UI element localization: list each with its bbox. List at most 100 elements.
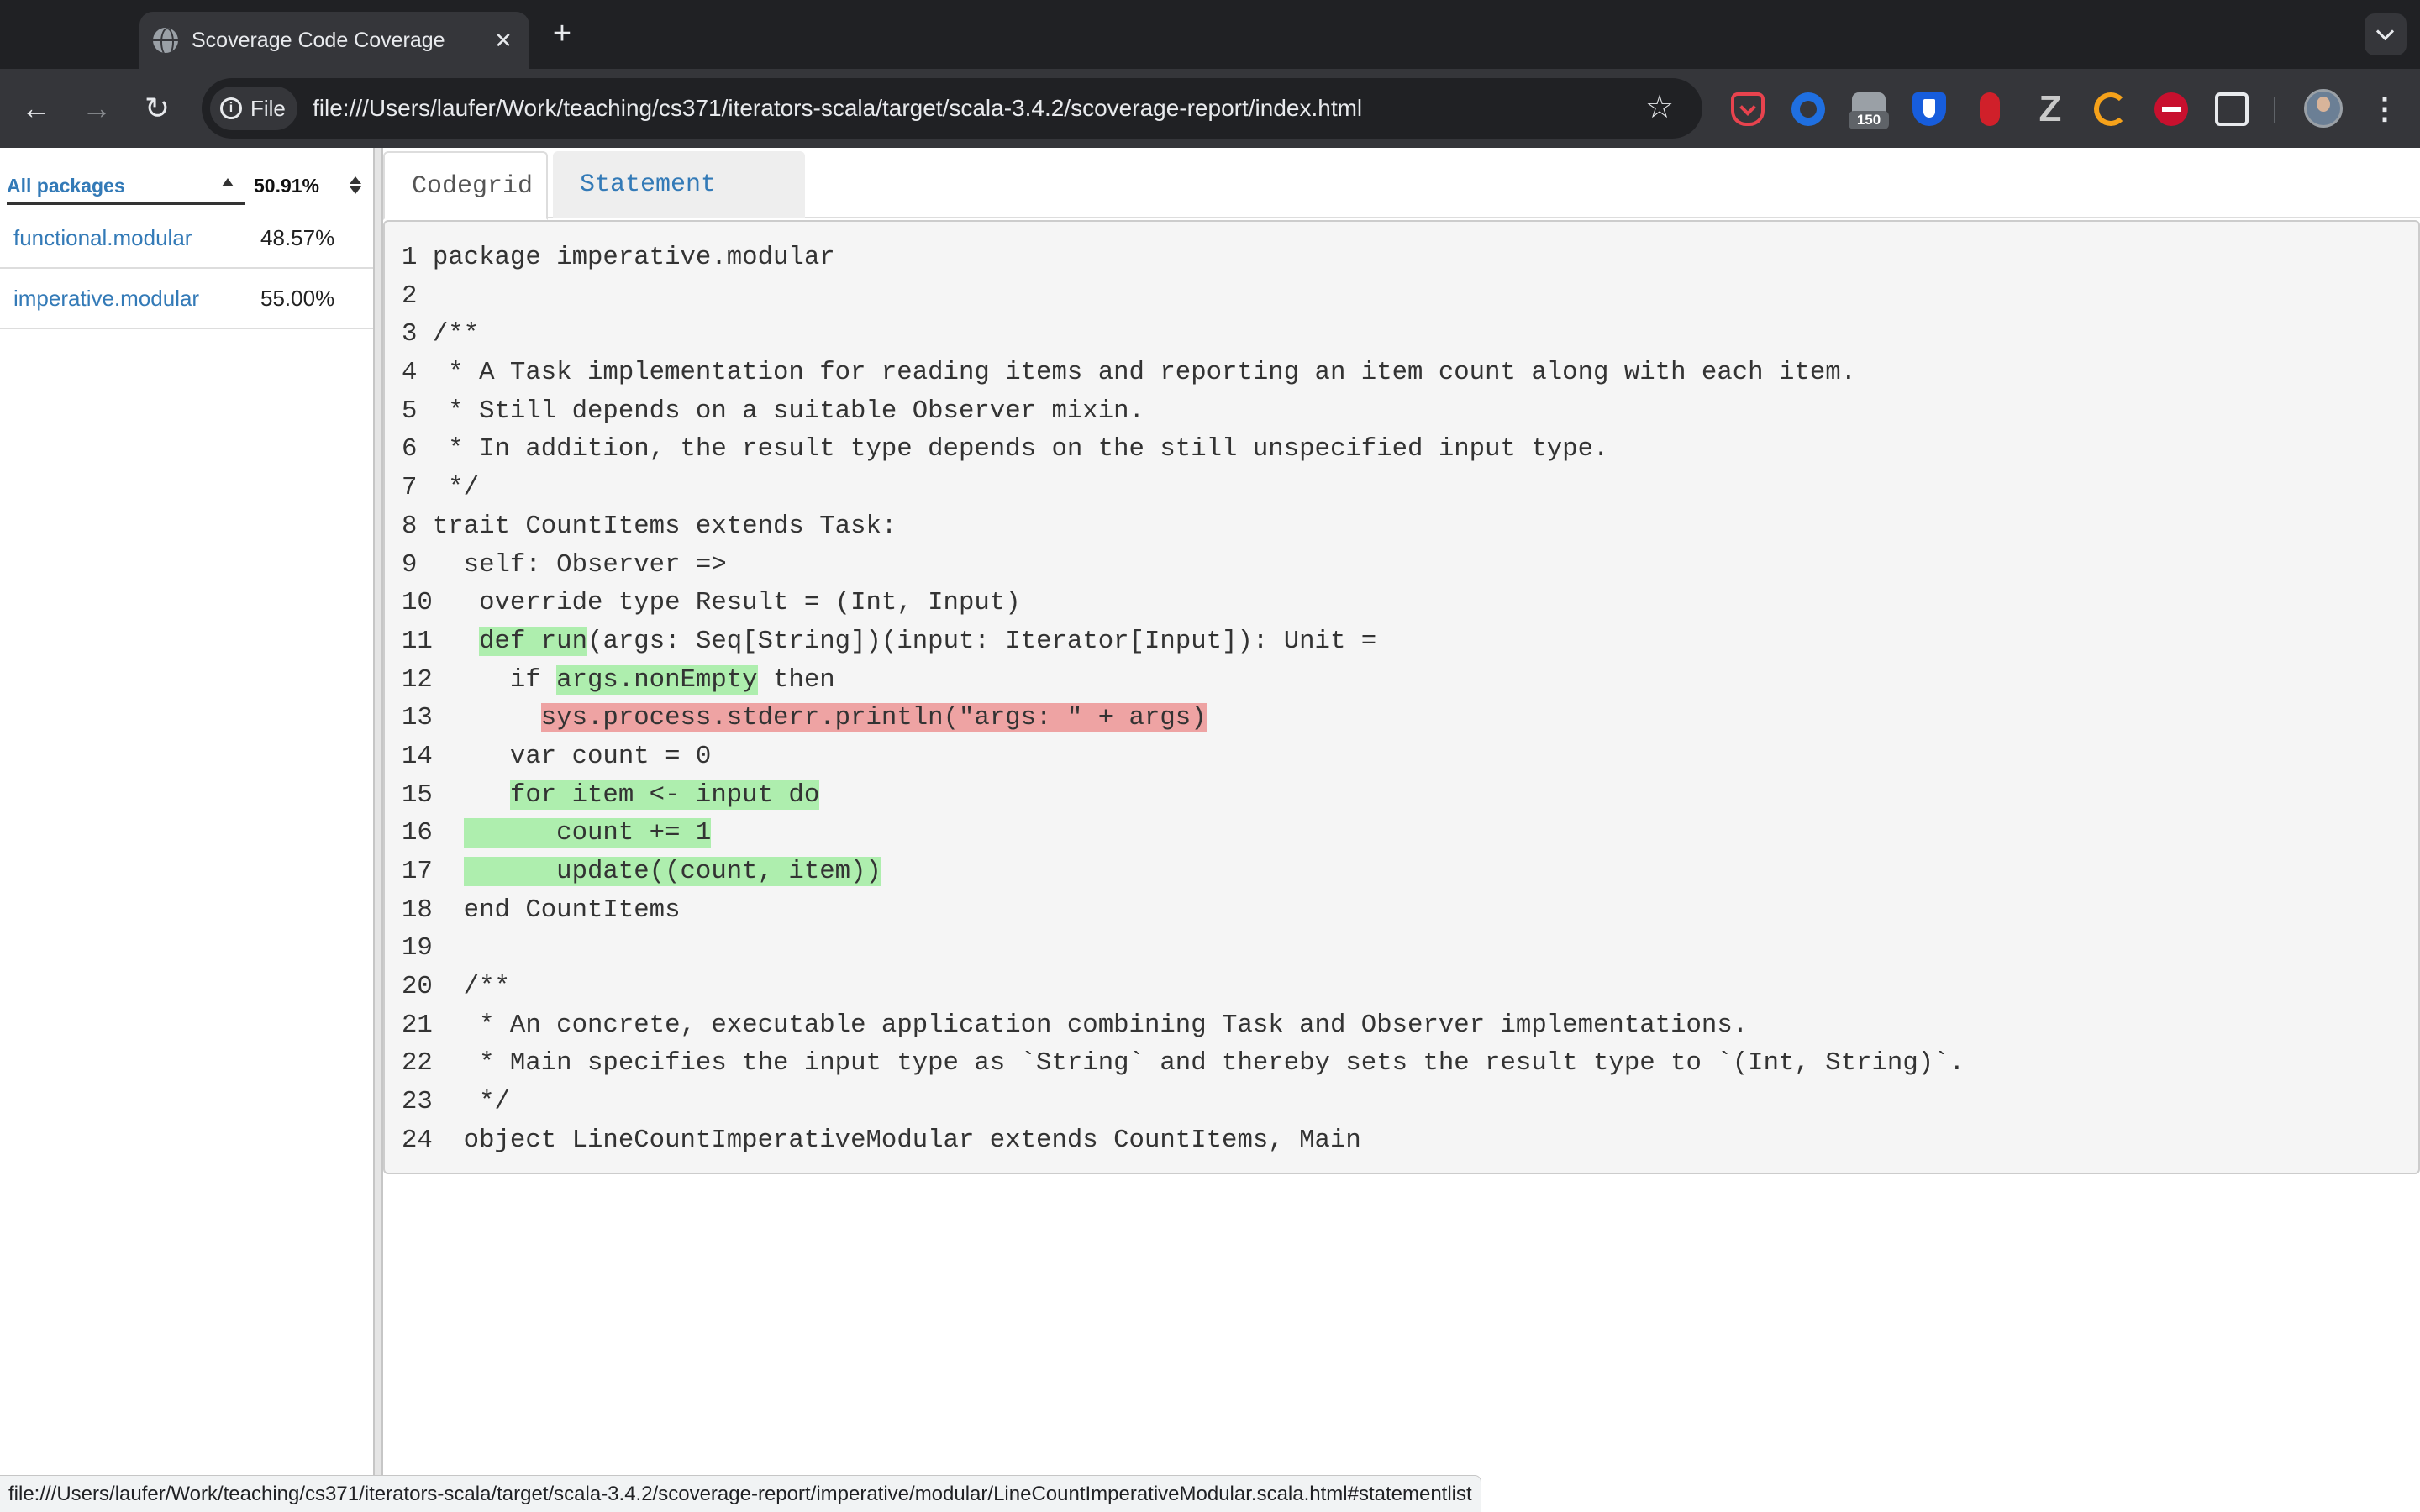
back-button[interactable]: ← [13,86,59,131]
forward-button[interactable]: → [74,86,119,131]
code-line: 22 * Main specifies the input type as `S… [402,1044,1965,1083]
code-line: 19 [402,929,1965,968]
code-text: var count = 0 [448,741,712,771]
line-number: 4 [402,358,418,388]
code-text: */ [432,473,480,503]
package-coverage-pct: 55.00% [260,286,335,311]
bitwarden-icon[interactable] [1912,92,1946,126]
line-number: 23 [402,1087,433,1117]
url-text[interactable]: file:///Users/laufer/Work/teaching/cs371… [313,78,1362,139]
line-number: 18 [402,895,433,925]
avatar[interactable] [2304,89,2343,128]
line-number: 24 [402,1125,433,1155]
new-tab-button[interactable]: + [544,17,580,52]
line-number: 14 [402,741,433,771]
microphone-icon[interactable] [1980,92,2000,126]
code-text: if [448,664,557,695]
code-line: 3 /** [402,315,1965,354]
package-table-header: All packages 50.91% [0,166,373,205]
coverage-content: Codegrid Statement List 1 package impera… [383,148,2420,1512]
line-number: 16 [402,818,433,848]
stop-sign-icon[interactable] [2154,92,2188,126]
code-line: 1 package imperative.modular [402,239,1965,277]
code-text: object LineCountImperativeModular extend… [448,1125,1361,1155]
code-text: * In addition, the result type depends o… [432,434,1609,465]
code-line: 11 def run(args: Seq[String])(input: Ite… [402,622,1965,661]
code-line: 16 count += 1 [402,814,1965,853]
browser-tab[interactable]: Scoverage Code Coverage ✕ [139,12,529,69]
covered-statement: def run [479,626,588,656]
view-tabs: Codegrid Statement List [383,148,2420,266]
package-link[interactable]: imperative.modular [13,269,199,328]
blue-swirl-icon[interactable] [1791,92,1825,126]
code-line: 9 self: Observer => [402,546,1965,585]
tab-close-icon[interactable]: ✕ [489,26,518,55]
page: All packages 50.91% functional.modular 4… [0,148,2420,1512]
site-info-chip[interactable]: i File [210,87,297,130]
covered-statement: update((count, item)) [463,857,881,886]
code-text: then [757,664,835,695]
code-line: 6 * In addition, the result type depends… [402,430,1965,469]
line-number: 19 [402,933,433,963]
kebab-menu-icon[interactable]: ⋮ [2370,89,2400,128]
extension-badge-count: 150 [1849,111,1889,129]
package-sidebar: All packages 50.91% functional.modular 4… [0,148,373,1512]
covered-statement: for item <- input do [509,780,820,810]
toolbar-divider [2274,97,2275,123]
tab-search-chevron-icon[interactable] [2365,13,2407,55]
puzzle-icon[interactable] [2215,92,2249,126]
uncovered-statement: sys.process.stderr.println("args: " + ar… [540,703,1207,733]
line-number: 8 [402,511,418,541]
z-icon[interactable]: Z [2033,91,2067,128]
source-code: 1 package imperative.modular 2 3 /** 4 * A… [402,239,1965,1160]
line-number: 2 [402,281,418,311]
code-text: trait CountItems extends Task: [432,511,897,541]
code-text: * Main specifies the input type as `Stri… [448,1048,1965,1079]
code-text: */ [448,1087,510,1117]
tab-codegrid[interactable]: Codegrid [383,151,548,220]
package-link[interactable]: functional.modular [13,208,192,267]
code-line: 17 update((count, item)) [402,853,1965,891]
line-number: 9 [402,549,418,580]
site-chip-label: File [250,96,286,121]
code-text: * Still depends on a suitable Observer m… [432,396,1144,426]
code-line: 7 */ [402,469,1965,507]
code-line: 5 * Still depends on a suitable Observer… [402,392,1965,431]
code-line: 23 */ [402,1083,1965,1121]
sidebar-resize-handle[interactable] [373,148,383,1512]
code-line: 21 * An concrete, executable application… [402,1006,1965,1045]
package-coverage-pct: 48.57% [260,225,335,250]
covered-statement: args.nonEmpty [556,664,758,695]
reload-button[interactable]: ↻ [134,86,180,131]
code-line: 10 override type Result = (Int, Input) [402,584,1965,622]
all-packages-link[interactable]: All packages [7,166,245,205]
orange-arc-icon[interactable] [2094,92,2128,126]
pocket-icon[interactable] [1731,92,1765,126]
code-line: 2 [402,277,1965,316]
tab-statement-list[interactable]: Statement List [553,151,805,266]
line-number: 15 [402,780,433,810]
code-line: 14 var count = 0 [402,738,1965,776]
code-line: 15 for item <- input do [402,776,1965,815]
code-line: 20 /** [402,968,1965,1006]
browser-toolbar: ← → ↻ i File file:///Users/laufer/Work/t… [0,69,2420,148]
line-number: 3 [402,319,418,349]
bookmark-star-icon[interactable]: ☆ [1640,88,1679,127]
code-text: * An concrete, executable application co… [448,1010,1749,1040]
code-text: override type Result = (Int, Input) [448,588,1021,618]
line-number: 5 [402,396,418,426]
line-number: 22 [402,1048,433,1079]
line-number: 6 [402,434,418,465]
sort-toggle-icon[interactable] [350,176,361,195]
line-number: 13 [402,703,433,733]
code-line: 12 if args.nonEmpty then [402,661,1965,700]
status-bar-url: file:///Users/laufer/Work/teaching/cs371… [0,1475,1481,1512]
badge-icon[interactable]: 150 [1849,92,1889,129]
line-number: 10 [402,588,433,618]
address-bar[interactable]: i File file:///Users/laufer/Work/teachin… [202,78,1702,139]
sort-ascending-icon[interactable] [222,178,234,186]
